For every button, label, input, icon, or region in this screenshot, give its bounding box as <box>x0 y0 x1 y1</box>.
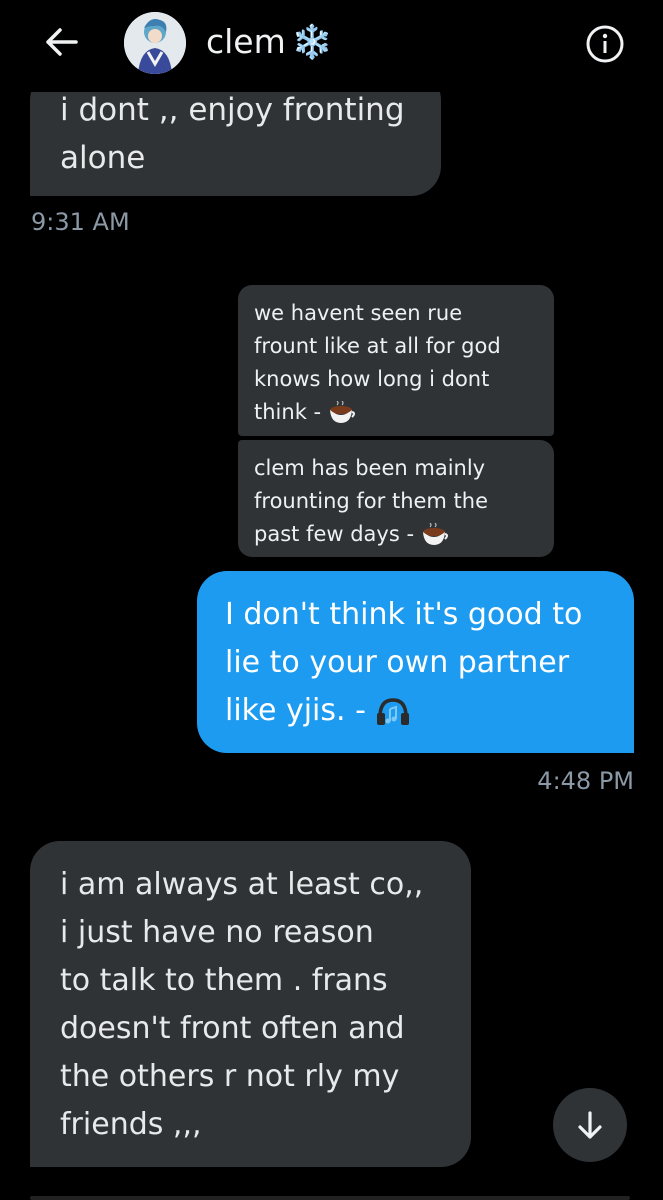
scroll-to-bottom-button[interactable] <box>553 1088 627 1162</box>
message-line: i am always at least co,, <box>60 867 424 902</box>
message-line: alone <box>60 140 146 176</box>
message-line: we havent seen rue <box>254 301 463 325</box>
message-timestamp: 4:48 PM <box>537 767 634 795</box>
contact-name: clem <box>206 22 286 61</box>
avatar[interactable] <box>124 12 186 74</box>
message-line: i just have no reason <box>60 915 374 950</box>
message-line: to talk to them . frans <box>60 963 388 998</box>
message-line: friends ,,, <box>60 1107 202 1142</box>
info-circle-icon <box>586 25 624 63</box>
message-line: doesn't front often and <box>60 1011 405 1046</box>
message-line: frount like at all for god <box>254 334 501 358</box>
message-line: i dont ,, enjoy fronting <box>60 92 405 128</box>
coffee-cup-icon <box>422 523 448 545</box>
quoted-message[interactable]: we havent seen rue frount like at all fo… <box>238 285 554 436</box>
message-line: frounting for them the <box>254 489 489 513</box>
message-line: lie to your own partner <box>225 645 570 680</box>
message-timestamp: 9:31 AM <box>31 208 130 236</box>
message-line: the others r not rly my <box>60 1059 400 1094</box>
message-line: I don't think it's good to <box>225 597 583 632</box>
snowflake-icon: ❄️ <box>291 22 333 61</box>
conversation-header: clem ❄️ <box>0 0 663 92</box>
headphones-icon <box>377 697 410 725</box>
sent-message[interactable]: I don't think it's good to lie to your o… <box>197 571 634 753</box>
message-line: past few days - <box>254 518 540 551</box>
arrow-left-icon <box>46 28 78 56</box>
composer-divider <box>30 1196 630 1200</box>
quoted-message[interactable]: clem has been mainly frounting for them … <box>238 440 554 557</box>
message-line: knows how long i dont <box>254 367 490 391</box>
received-message[interactable]: i am always at least co,, i just have no… <box>30 841 471 1167</box>
arrow-down-icon <box>578 1111 602 1139</box>
coffee-cup-icon <box>329 401 355 423</box>
back-button[interactable] <box>40 24 80 60</box>
info-button[interactable] <box>583 22 627 66</box>
conversation-title[interactable]: clem ❄️ <box>206 20 333 64</box>
message-line: clem has been mainly <box>254 456 486 480</box>
message-line: think - <box>254 396 540 429</box>
message-line: like yjis. - <box>225 687 616 735</box>
